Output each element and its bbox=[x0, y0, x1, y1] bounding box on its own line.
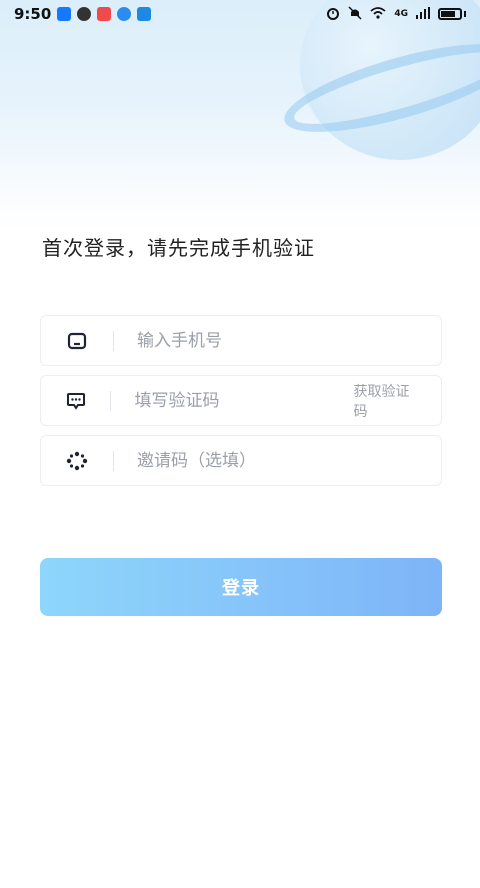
field-divider bbox=[110, 390, 112, 411]
status-left: 9:50 bbox=[14, 5, 152, 23]
network-type: 4G bbox=[394, 9, 408, 19]
code-field[interactable]: 获取验证码 bbox=[40, 375, 442, 426]
globe-icon bbox=[117, 7, 132, 21]
page-title: 首次登录，请先完成手机验证 bbox=[42, 236, 315, 260]
phone-input[interactable] bbox=[137, 316, 441, 365]
wechat-icon bbox=[77, 7, 92, 21]
status-right: 4G bbox=[326, 5, 466, 23]
phone-icon bbox=[41, 316, 113, 365]
mail-icon bbox=[97, 7, 112, 21]
chat-app-icon bbox=[137, 7, 152, 21]
invite-input[interactable] bbox=[137, 436, 441, 485]
invite-icon bbox=[41, 436, 113, 485]
login-button[interactable]: 登录 bbox=[40, 558, 442, 616]
arrow-app-icon bbox=[57, 7, 72, 21]
mute-icon bbox=[348, 5, 362, 23]
phone-field[interactable] bbox=[40, 315, 442, 366]
battery-tip bbox=[464, 11, 466, 17]
message-icon bbox=[41, 376, 110, 425]
signal-icon bbox=[416, 6, 430, 22]
get-code-button[interactable]: 获取验证码 bbox=[353, 381, 421, 421]
invite-field[interactable] bbox=[40, 435, 442, 486]
alarm-icon bbox=[326, 6, 340, 23]
field-divider bbox=[113, 450, 114, 471]
status-time: 9:50 bbox=[14, 5, 52, 23]
wifi-icon bbox=[370, 6, 386, 23]
field-divider bbox=[113, 330, 114, 351]
status-bar: 9:50 4G bbox=[0, 0, 480, 28]
code-input[interactable] bbox=[134, 376, 354, 425]
battery-icon bbox=[438, 8, 462, 20]
